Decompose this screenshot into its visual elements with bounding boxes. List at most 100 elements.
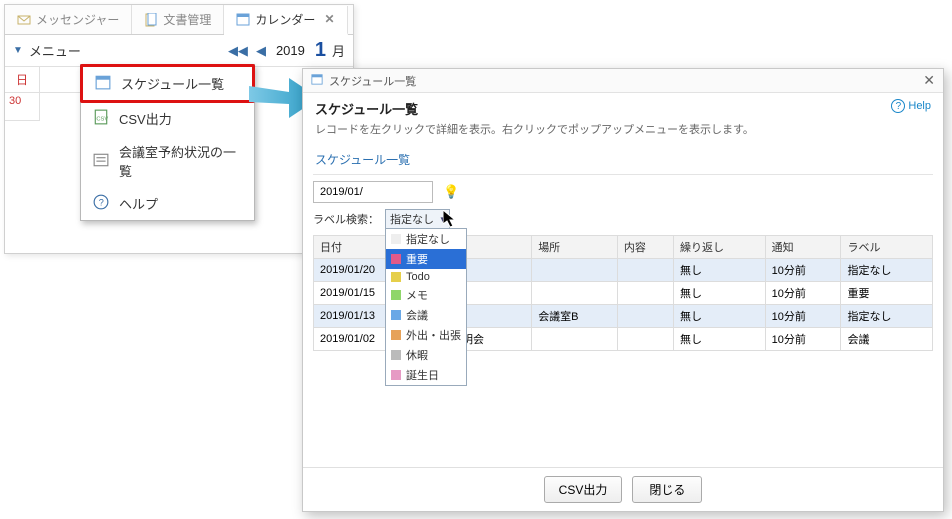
tab-docmgmt[interactable]: 文書管理	[132, 5, 224, 34]
month-suffix: 月	[332, 41, 345, 60]
calendar-cell[interactable]: 30	[5, 93, 40, 121]
cell-notify: 10分前	[765, 259, 841, 282]
cell-repeat: 無し	[674, 282, 766, 305]
cell-label: 指定なし	[841, 305, 933, 328]
col-content[interactable]: 内容	[617, 236, 673, 259]
label-option-none[interactable]: 指定なし	[386, 229, 466, 249]
dialog-footer: CSV出力 閉じる	[303, 467, 943, 511]
menu-item-label: 会議室予約状況の一覧	[119, 142, 242, 180]
menu-item-label: スケジュール一覧	[121, 74, 224, 93]
calendar-icon	[311, 73, 323, 88]
cell-label: 指定なし	[841, 259, 933, 282]
menu-label[interactable]: メニュー	[29, 41, 81, 60]
tab-close-icon[interactable]: ✕	[324, 12, 334, 26]
filter-row: 💡	[313, 181, 933, 203]
date-filter-input[interactable]	[313, 181, 433, 203]
dialog-subtitle: レコードを左クリックで詳細を表示。右クリックでポップアップメニューを表示します。	[315, 121, 754, 137]
menu-item-label: CSV出力	[119, 109, 172, 128]
close-button[interactable]: 閉じる	[632, 476, 702, 503]
cell-content	[617, 305, 673, 328]
tab-bar: メッセンジャー 文書管理 カレンダー ✕	[5, 5, 353, 35]
dialog-header: スケジュール一覧 レコードを左クリックで詳細を表示。右クリックでポップアップメニ…	[303, 93, 943, 141]
col-place[interactable]: 場所	[532, 236, 618, 259]
svg-text:CSV: CSV	[96, 116, 108, 122]
mail-icon	[17, 13, 31, 27]
menu-panel: スケジュール一覧 CSV CSV出力 会議室予約状況の一覧 ? ヘルプ	[80, 64, 255, 221]
menu-item-schedule-list[interactable]: スケジュール一覧	[83, 67, 252, 100]
cell-label: 会議	[841, 328, 933, 351]
tab-label: カレンダー	[255, 11, 315, 28]
col-label[interactable]: ラベル	[841, 236, 933, 259]
label-option-text: 会議	[406, 307, 428, 323]
tab-label: 文書管理	[163, 11, 211, 28]
label-option-todo[interactable]: Todo	[386, 269, 466, 285]
cell-content	[617, 328, 673, 351]
calendar-toolbar: ▼ メニュー ◀◀ ◀ 2019 1 月	[5, 35, 353, 67]
color-swatch-icon	[391, 290, 401, 300]
menu-item-csv-export[interactable]: CSV CSV出力	[81, 102, 254, 135]
csv-icon: CSV	[93, 109, 109, 128]
csv-export-button[interactable]: CSV出力	[544, 476, 623, 503]
schedule-list-dialog: スケジュール一覧 ✕ スケジュール一覧 レコードを左クリックで詳細を表示。右クリ…	[302, 68, 944, 512]
help-link-label: Help	[908, 100, 931, 112]
label-option-text: メモ	[406, 287, 428, 303]
color-swatch-icon	[391, 310, 401, 320]
label-filter-row: ラベル検索： 指定なし ▾ 指定なし重要Todoメモ会議外出・出張休暇誕生日	[313, 209, 933, 229]
cell-repeat: 無し	[674, 259, 766, 282]
nav-first-icon[interactable]: ◀◀	[226, 43, 250, 59]
label-option-meeting[interactable]: 会議	[386, 305, 466, 325]
section-title: スケジュール一覧	[313, 145, 933, 175]
label-option-out[interactable]: 外出・出張	[386, 325, 466, 345]
tab-calendar[interactable]: カレンダー ✕	[224, 6, 347, 35]
document-icon	[144, 13, 158, 27]
label-option-bday[interactable]: 誕生日	[386, 365, 466, 385]
list-icon	[93, 152, 109, 171]
label-filter-dropdown: 指定なし重要 Todo メモ会議外出・出張休暇誕生日	[385, 228, 467, 386]
cell-repeat: 無し	[674, 328, 766, 351]
label-filter-caption: ラベル検索：	[313, 211, 379, 227]
label-filter-select[interactable]: 指定なし ▾	[385, 209, 450, 229]
hint-icon[interactable]: 💡	[443, 184, 459, 200]
col-notify[interactable]: 通知	[765, 236, 841, 259]
cell-content	[617, 282, 673, 305]
label-option-text: 誕生日	[406, 367, 439, 383]
cell-notify: 10分前	[765, 282, 841, 305]
cell-notify: 10分前	[765, 305, 841, 328]
help-link[interactable]: ? Help	[891, 99, 931, 113]
dialog-titlebar: スケジュール一覧 ✕	[303, 69, 943, 93]
cell-notify: 10分前	[765, 328, 841, 351]
dialog-close-icon[interactable]: ✕	[923, 72, 935, 89]
label-option-important[interactable]: 重要	[386, 249, 466, 269]
menu-item-help[interactable]: ? ヘルプ	[81, 187, 254, 220]
label-option-memo[interactable]: メモ	[386, 285, 466, 305]
label-option-text: Todo	[406, 271, 430, 283]
label-option-text: 休暇	[406, 347, 428, 363]
highlight-box: スケジュール一覧	[80, 64, 255, 103]
svg-text:?: ?	[99, 197, 104, 207]
label-filter-value: 指定なし	[390, 211, 434, 227]
tab-messenger[interactable]: メッセンジャー	[5, 5, 132, 34]
cell-place: 会議室B	[532, 305, 618, 328]
dialog-body: スケジュール一覧 💡 ラベル検索： 指定なし ▾ 指定なし重要Todoメモ会議外…	[303, 141, 943, 467]
label-option-text: 外出・出張	[406, 327, 461, 343]
color-swatch-icon	[391, 330, 401, 340]
cell-date: 2019/01/20	[314, 259, 388, 282]
cell-date: 2019/01/15	[314, 282, 388, 305]
cell-place	[532, 282, 618, 305]
menu-item-label: ヘルプ	[119, 194, 158, 213]
label-option-holiday[interactable]: 休暇	[386, 345, 466, 365]
col-repeat[interactable]: 繰り返し	[674, 236, 766, 259]
label-option-text: 重要	[406, 251, 428, 267]
calendar-icon	[95, 74, 111, 93]
color-swatch-icon	[391, 234, 401, 244]
col-date[interactable]: 日付	[314, 236, 388, 259]
cell-label: 重要	[841, 282, 933, 305]
color-swatch-icon	[391, 254, 401, 264]
help-icon: ?	[891, 99, 905, 113]
label-option-text: 指定なし	[406, 231, 450, 247]
nav-prev-icon[interactable]: ◀	[254, 43, 268, 59]
color-swatch-icon	[391, 350, 401, 360]
cell-place	[532, 259, 618, 282]
menu-dropdown-icon[interactable]: ▼	[13, 45, 23, 56]
menu-item-room-status[interactable]: 会議室予約状況の一覧	[81, 135, 254, 187]
